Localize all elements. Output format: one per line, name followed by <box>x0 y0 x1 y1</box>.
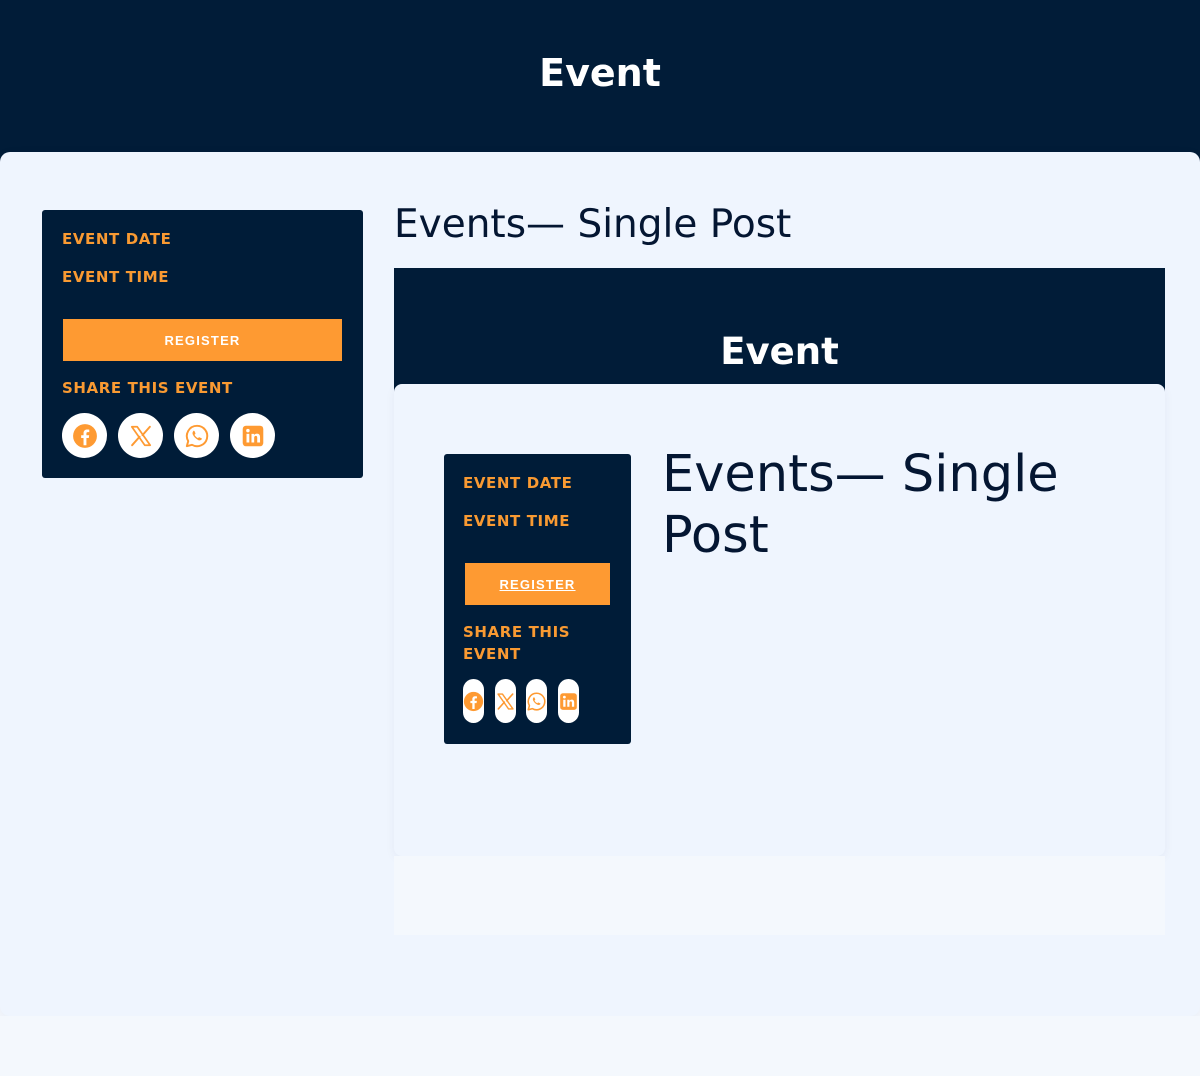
embed-header-title: Event <box>720 330 839 373</box>
facebook-share-button[interactable] <box>62 413 107 458</box>
linkedin-share-button[interactable] <box>230 413 275 458</box>
event-time-label: EVENT TIME <box>62 268 170 286</box>
embed-whatsapp-share-button[interactable] <box>526 679 547 723</box>
embed-share-event-label: SHARE THIS EVENT <box>463 623 571 663</box>
page-bottom-area <box>0 1016 1200 1076</box>
embed-linkedin-share-button[interactable] <box>557 679 579 723</box>
x-icon <box>496 692 514 710</box>
x-icon <box>130 425 151 446</box>
facebook-icon <box>463 691 484 711</box>
linkedin-icon <box>559 692 577 710</box>
share-icons-row <box>62 413 286 458</box>
register-button[interactable]: REGISTER <box>63 319 342 361</box>
embed-event-time-label: EVENT TIME <box>463 512 571 530</box>
embed-header: Event <box>394 268 1165 398</box>
page-title: Events— Single Post <box>394 202 792 247</box>
embed-register-button[interactable]: REGISTER <box>465 563 610 605</box>
event-date-label: EVENT DATE <box>62 230 172 248</box>
x-share-button[interactable] <box>118 413 163 458</box>
embed-footer <box>394 856 1165 935</box>
embed-page-title: Events— Single Post <box>662 445 1059 565</box>
whatsapp-icon <box>185 424 208 447</box>
site-header: Event <box>0 0 1200 162</box>
header-title: Event <box>539 51 661 95</box>
embed-event-sidebar: EVENT DATE EVENT TIME REGISTER SHARE THI… <box>444 454 631 744</box>
share-event-label: SHARE THIS EVENT <box>62 379 233 397</box>
embed-facebook-share-button[interactable] <box>463 679 484 723</box>
facebook-icon <box>72 423 97 448</box>
embed-x-share-button[interactable] <box>494 679 516 723</box>
event-sidebar: EVENT DATE EVENT TIME REGISTER SHARE THI… <box>42 210 363 478</box>
linkedin-icon <box>242 425 263 446</box>
whatsapp-share-button[interactable] <box>174 413 219 458</box>
whatsapp-icon <box>527 691 546 711</box>
embed-event-date-label: EVENT DATE <box>463 474 573 492</box>
embed-share-icons-row <box>463 679 589 723</box>
